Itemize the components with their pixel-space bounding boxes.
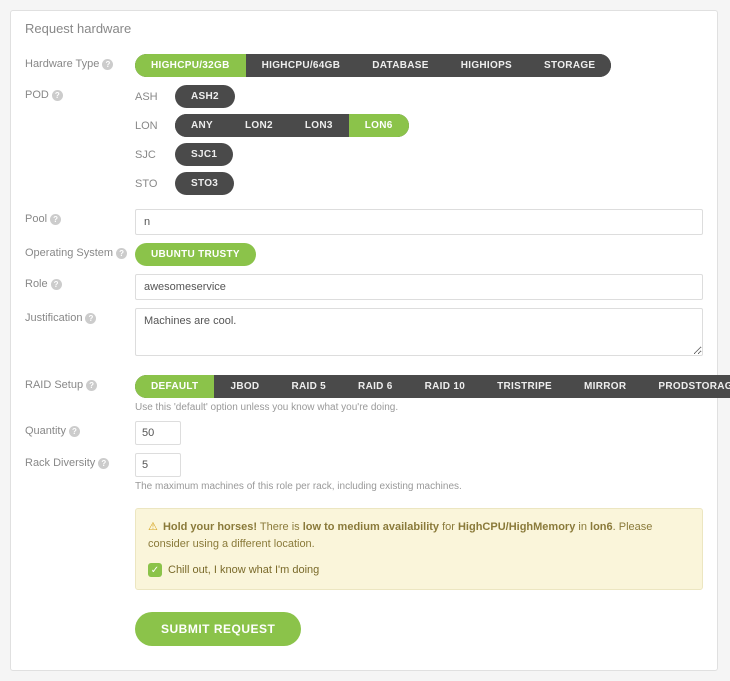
rack-diversity-input[interactable] (135, 453, 181, 477)
pod-group-lon: LON ANYLON2LON3LON6 (135, 114, 703, 137)
label-quantity: Quantity ? (25, 421, 135, 437)
help-icon[interactable]: ? (50, 214, 61, 225)
pill-raid-10[interactable]: RAID 10 (409, 375, 481, 398)
pill-lon6[interactable]: LON6 (349, 114, 409, 137)
pill-lon3[interactable]: LON3 (289, 114, 349, 137)
os-selector: UBUNTU TRUSTY (135, 243, 256, 266)
pod-selector-lon: ANYLON2LON3LON6 (175, 114, 409, 137)
pod-group-sjc: SJC SJC1 (135, 143, 703, 166)
label-os: Operating System ? (25, 243, 135, 259)
help-icon[interactable]: ? (98, 458, 109, 469)
quantity-input[interactable] (135, 421, 181, 445)
help-icon[interactable]: ? (51, 279, 62, 290)
pill-sto3[interactable]: STO3 (175, 172, 234, 195)
pod-group-sto: STO STO3 (135, 172, 703, 195)
help-icon[interactable]: ? (102, 59, 113, 70)
pod-region-label: ASH (135, 91, 163, 103)
chill-out-checkbox[interactable]: ✓ (148, 563, 162, 577)
pill-highiops[interactable]: HIGHIOPS (445, 54, 528, 77)
pill-default[interactable]: DEFAULT (135, 375, 214, 398)
pod-region-label: SJC (135, 149, 163, 161)
pill-database[interactable]: DATABASE (356, 54, 444, 77)
pill-mirror[interactable]: MIRROR (568, 375, 642, 398)
help-icon[interactable]: ? (116, 248, 127, 259)
pill-sjc1[interactable]: SJC1 (175, 143, 233, 166)
justification-input[interactable]: Machines are cool. (135, 308, 703, 356)
availability-alert: ⚠ Hold your horses! There is low to medi… (135, 508, 703, 590)
pill-jbod[interactable]: JBOD (214, 375, 275, 398)
pool-input[interactable] (135, 209, 703, 235)
label-pod: POD ? (25, 85, 135, 101)
pod-selector-ash: ASH2 (175, 85, 235, 108)
chill-out-label: Chill out, I know what I'm doing (168, 562, 319, 579)
label-hardware-type: Hardware Type ? (25, 54, 135, 70)
pill-lon2[interactable]: LON2 (229, 114, 289, 137)
rack-diversity-hint: The maximum machines of this role per ra… (135, 481, 703, 492)
pill-highcpu-32gb[interactable]: HIGHCPU/32GB (135, 54, 246, 77)
help-icon[interactable]: ? (69, 426, 80, 437)
pill-ubuntu-trusty[interactable]: UBUNTU TRUSTY (135, 243, 256, 266)
pill-prodstorage[interactable]: PRODSTORAGE (642, 375, 730, 398)
pod-selector-sjc: SJC1 (175, 143, 233, 166)
panel-title: Request hardware (11, 11, 717, 50)
pod-groups: ASH ASH2 LON ANYLON2LON3LON6 SJC SJC1 STO STO3 (135, 85, 703, 201)
label-raid: RAID Setup ? (25, 375, 135, 391)
warning-icon: ⚠ (148, 521, 158, 533)
pod-region-label: STO (135, 178, 163, 190)
pill-any[interactable]: ANY (175, 114, 229, 137)
label-pool: Pool ? (25, 209, 135, 225)
hardware-type-selector: HIGHCPU/32GBHIGHCPU/64GBDATABASEHIGHIOPS… (135, 54, 611, 77)
role-input[interactable] (135, 274, 703, 300)
label-justification: Justification ? (25, 308, 135, 324)
pill-highcpu-64gb[interactable]: HIGHCPU/64GB (246, 54, 357, 77)
pod-group-ash: ASH ASH2 (135, 85, 703, 108)
pill-raid-6[interactable]: RAID 6 (342, 375, 409, 398)
help-icon[interactable]: ? (86, 380, 97, 391)
pod-selector-sto: STO3 (175, 172, 234, 195)
request-hardware-panel: Request hardware Hardware Type ? HIGHCPU… (10, 10, 718, 671)
pill-tristripe[interactable]: TRISTRIPE (481, 375, 568, 398)
pill-raid-5[interactable]: RAID 5 (275, 375, 342, 398)
submit-request-button[interactable]: SUBMIT REQUEST (135, 612, 301, 646)
help-icon[interactable]: ? (85, 313, 96, 324)
pod-region-label: LON (135, 120, 163, 132)
label-rack-diversity: Rack Diversity ? (25, 453, 135, 469)
raid-selector: DEFAULTJBODRAID 5RAID 6RAID 10TRISTRIPEM… (135, 375, 730, 398)
pill-ash2[interactable]: ASH2 (175, 85, 235, 108)
pill-storage[interactable]: STORAGE (528, 54, 611, 77)
raid-hint: Use this 'default' option unless you kno… (135, 402, 730, 413)
help-icon[interactable]: ? (52, 90, 63, 101)
label-role: Role ? (25, 274, 135, 290)
